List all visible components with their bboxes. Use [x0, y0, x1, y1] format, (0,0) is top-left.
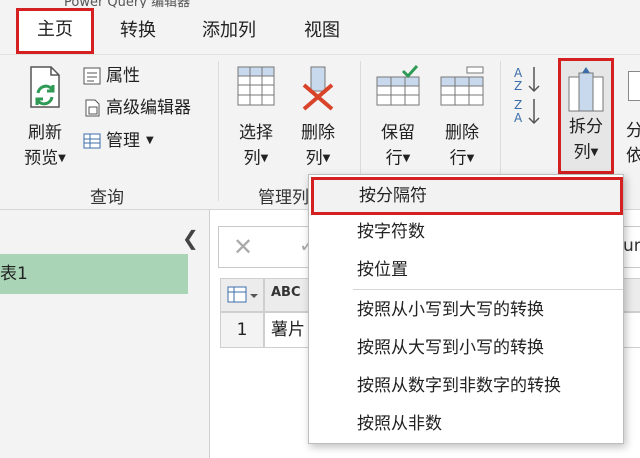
sort-descending-icon[interactable]: Z A: [514, 98, 540, 125]
menu-item-upper-to-lower[interactable]: 按照从大写到小写的转换: [309, 329, 625, 367]
properties-button[interactable]: 属性: [82, 63, 140, 89]
tab-home[interactable]: 主页: [16, 8, 94, 54]
chevron-down-icon: ▼: [590, 147, 599, 158]
formula-text-partial[interactable]: um: [623, 236, 640, 256]
keep-rows-button[interactable]: 保留 行▼: [370, 63, 426, 172]
next-button-label-2: 依: [626, 146, 640, 166]
chevron-down-icon: ▼: [402, 153, 411, 164]
query-item[interactable]: 表1: [0, 254, 188, 294]
sort-ascending-icon[interactable]: A Z: [514, 66, 540, 93]
refresh-label-2: 预览: [24, 148, 59, 169]
chevron-down-icon: ▼: [466, 153, 475, 164]
remove-rows-icon: [440, 66, 484, 106]
refresh-icon: [30, 66, 60, 108]
split-column-menu: 按分隔符 按字符数 按位置 按照从小写到大写的转换 按照从大写到小写的转换 按照…: [308, 174, 624, 444]
remove-columns-icon: [302, 66, 334, 111]
svg-text:A: A: [514, 111, 523, 125]
table-icon: [83, 133, 101, 149]
choose-columns-label-2: 列: [243, 148, 261, 169]
menu-item-lower-to-upper[interactable]: 按照从小写到大写的转换: [309, 291, 625, 329]
remove-columns-label-1: 删除: [301, 123, 335, 143]
chevron-down-icon: ▼: [322, 153, 331, 164]
remove-columns-label-2: 列: [305, 148, 323, 169]
chevron-down-icon: ▼: [58, 153, 66, 164]
manage-label: 管理: [106, 131, 140, 151]
split-column-label-1: 拆分: [569, 117, 603, 137]
ribbon-separator: [218, 61, 219, 201]
collapse-chevron-icon[interactable]: ❮: [182, 226, 199, 250]
next-button-partial[interactable]: 分 依: [626, 119, 640, 169]
keep-rows-label-1: 保留: [381, 123, 415, 143]
advanced-editor-button[interactable]: 高级编辑器: [82, 95, 191, 121]
svg-text:Z: Z: [514, 79, 522, 93]
tab-transform[interactable]: 转换: [106, 8, 170, 54]
remove-rows-label-1: 删除: [445, 123, 479, 143]
advanced-editor-icon: [85, 99, 100, 117]
keep-rows-icon: [376, 64, 420, 106]
keep-rows-label-2: 行: [385, 148, 403, 169]
sort-buttons: A Z Z A: [512, 63, 542, 131]
group-label-query: 查询: [90, 188, 124, 208]
manage-button[interactable]: 管理 ▼: [82, 128, 154, 154]
svg-text:A: A: [514, 66, 523, 80]
table-icon: [227, 286, 258, 303]
menu-item-digit-to-nondigit[interactable]: 按照从数字到非数字的转换: [309, 367, 625, 405]
cancel-formula-icon[interactable]: ✕: [233, 233, 253, 261]
properties-label: 属性: [106, 66, 140, 86]
group-label-manage-columns: 管理列: [258, 188, 309, 208]
menu-divider: [353, 289, 623, 290]
sort-icons: A Z Z A: [514, 66, 540, 125]
chevron-down-icon: ▼: [146, 135, 154, 146]
advanced-editor-label: 高级编辑器: [106, 98, 191, 118]
ribbon-tab-bar: 主页 转换 添加列 视图: [0, 8, 640, 54]
table-select-icon[interactable]: [220, 278, 264, 312]
next-button-label-1: 分: [626, 121, 640, 141]
queries-pane: ❮ 表1: [0, 210, 210, 458]
choose-columns-label-1: 选择: [239, 123, 273, 143]
tab-add-column[interactable]: 添加列: [186, 8, 272, 54]
choose-columns-icon: [237, 66, 275, 106]
menu-item-by-char-count[interactable]: 按字符数: [309, 213, 625, 251]
window-title: Power Query 编辑器: [64, 0, 191, 8]
properties-icon: [83, 67, 101, 85]
remove-rows-button[interactable]: 删除 行▼: [434, 63, 490, 172]
row-number: 1: [220, 312, 264, 348]
refresh-label-1: 刷新: [28, 123, 62, 143]
menu-item-by-position[interactable]: 按位置: [309, 251, 625, 289]
remove-rows-label-2: 行: [449, 148, 467, 169]
choose-columns-button[interactable]: 选择 列▼: [230, 63, 282, 172]
menu-item-nondigit-to-digit[interactable]: 按照从非数: [309, 405, 625, 443]
split-column-label-2: 列: [573, 142, 591, 163]
column-type-icon[interactable]: ABC: [271, 285, 301, 300]
svg-text:Z: Z: [514, 98, 522, 112]
title-bar: Power Query 编辑器: [0, 0, 640, 8]
split-column-button[interactable]: 拆分 列▼: [558, 58, 614, 174]
next-button-icon: [628, 71, 640, 101]
refresh-preview-button[interactable]: 刷新 预览▼: [16, 63, 74, 172]
remove-columns-button[interactable]: 删除 列▼: [292, 63, 344, 172]
split-column-icon: [568, 67, 604, 112]
chevron-down-icon: ▼: [260, 153, 269, 164]
menu-item-by-delimiter[interactable]: 按分隔符: [311, 177, 623, 215]
tab-view[interactable]: 视图: [290, 8, 354, 54]
